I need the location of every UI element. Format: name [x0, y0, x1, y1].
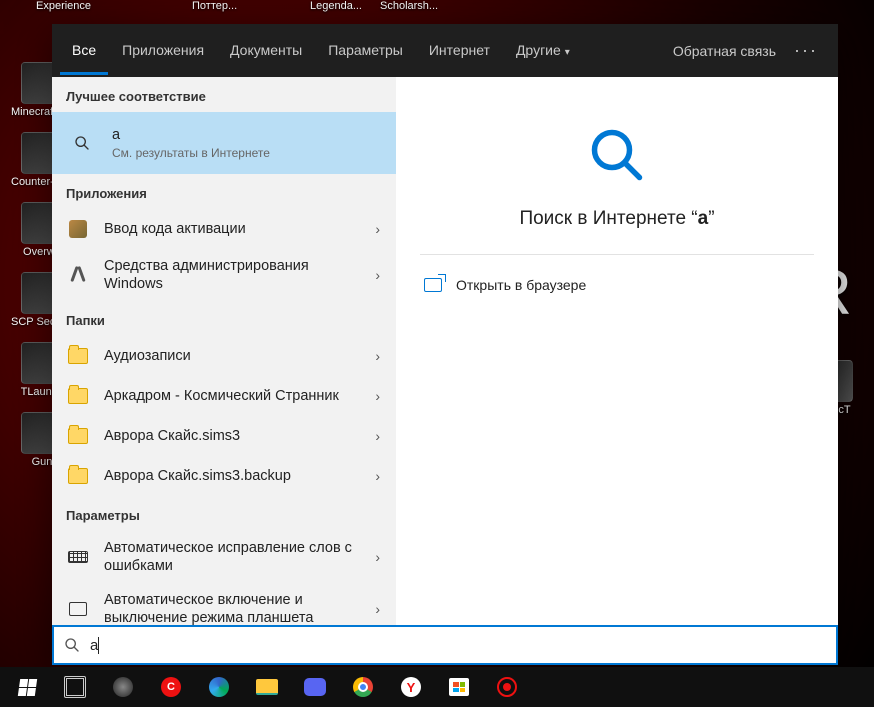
- desktop-label: Scholarsh...: [380, 0, 438, 12]
- taskbar-app[interactable]: [100, 667, 146, 707]
- search-tabs-header: Все Приложения Документы Параметры Интер…: [52, 24, 838, 77]
- folder-icon: [66, 464, 90, 488]
- taskbar-app-discord[interactable]: [292, 667, 338, 707]
- windows-logo-icon: [17, 679, 36, 696]
- task-view-icon: [66, 678, 84, 696]
- folder-icon: [66, 384, 90, 408]
- result-setting[interactable]: Автоматическое включение и выключение ре…: [52, 583, 396, 625]
- taskbar-app-edge[interactable]: [196, 667, 242, 707]
- tab-other-label: Другие: [516, 42, 561, 58]
- tools-icon: [66, 263, 90, 287]
- search-icon: [587, 125, 647, 190]
- preview-prefix: Поиск в Интернете: [519, 208, 691, 229]
- taskbar: C Y: [0, 667, 874, 707]
- store-icon: [449, 678, 469, 696]
- result-title: Автоматическое включение и выключение ре…: [104, 591, 355, 625]
- result-title: Аудиозаписи: [104, 347, 355, 365]
- folder-icon: [256, 679, 278, 695]
- folder-icon: [66, 424, 90, 448]
- desktop-top-labels: Experience Поттер... Legenda... Scholars…: [0, 0, 874, 14]
- tab-all[interactable]: Все: [60, 26, 108, 75]
- desktop-background: Experience Поттер... Legenda... Scholars…: [0, 0, 874, 707]
- preview-term: a: [698, 208, 709, 229]
- keyboard-icon: [66, 545, 90, 569]
- search-box[interactable]: a: [52, 625, 838, 665]
- quote-close: ”: [708, 208, 714, 229]
- more-menu-button[interactable]: ···: [786, 40, 826, 61]
- open-in-browser-action[interactable]: Открыть в браузере: [420, 269, 814, 301]
- yandex-icon: Y: [401, 677, 421, 697]
- taskbar-app-record[interactable]: [484, 667, 530, 707]
- task-view-button[interactable]: [52, 667, 98, 707]
- result-setting[interactable]: Автоматическое исправление слов с ошибка…: [52, 531, 396, 583]
- tab-apps[interactable]: Приложения: [110, 26, 216, 75]
- text-caret: [98, 637, 99, 654]
- result-title: Автоматическое исправление слов с ошибка…: [104, 539, 355, 575]
- app-icon: C: [161, 677, 181, 697]
- result-folder[interactable]: Аврора Скайс.sims3.backup ›: [52, 456, 396, 496]
- section-settings: Параметры: [52, 496, 396, 531]
- result-subtitle: См. результаты в Интернете: [112, 146, 386, 160]
- result-folder[interactable]: Аркадром - Космический Странник ›: [52, 376, 396, 416]
- section-folders: Папки: [52, 301, 396, 336]
- search-icon: [66, 127, 98, 159]
- desktop-label: Legenda...: [310, 0, 362, 12]
- start-search-panel: Все Приложения Документы Параметры Интер…: [52, 24, 838, 665]
- result-title: Аврора Скайс.sims3: [104, 427, 355, 445]
- action-label: Открыть в браузере: [456, 277, 586, 293]
- result-title: Аркадром - Космический Странник: [104, 387, 355, 405]
- result-title: Аврора Скайс.sims3.backup: [104, 467, 355, 485]
- preview-pane: Поиск в Интернете “a” Открыть в браузере: [396, 77, 838, 625]
- section-apps: Приложения: [52, 174, 396, 209]
- taskbar-app-yandex[interactable]: Y: [388, 667, 434, 707]
- taskbar-app-chrome[interactable]: [340, 667, 386, 707]
- feedback-link[interactable]: Обратная связь: [665, 43, 784, 59]
- search-input-value: a: [90, 637, 98, 654]
- chevron-right-icon: ›: [369, 388, 386, 404]
- record-icon: [497, 677, 517, 697]
- tab-settings[interactable]: Параметры: [316, 26, 415, 75]
- chevron-down-icon: ▾: [565, 47, 570, 58]
- start-button[interactable]: [4, 667, 50, 707]
- tab-other[interactable]: Другие ▾: [504, 26, 582, 75]
- result-title: a: [112, 126, 386, 144]
- chevron-right-icon: ›: [369, 468, 386, 484]
- tab-web[interactable]: Интернет: [417, 26, 502, 75]
- discord-icon: [304, 678, 326, 696]
- taskbar-app-explorer[interactable]: [244, 667, 290, 707]
- cube-icon: [66, 217, 90, 241]
- preview-title: Поиск в Интернете “a”: [519, 208, 714, 230]
- edge-icon: [209, 677, 229, 697]
- best-match-result[interactable]: a См. результаты в Интернете: [52, 112, 396, 174]
- taskbar-app[interactable]: C: [148, 667, 194, 707]
- result-title: Средства администрирования Windows: [104, 257, 355, 293]
- desktop-icon-label: Gun: [32, 456, 53, 468]
- chevron-right-icon: ›: [369, 221, 386, 237]
- desktop-label: Поттер...: [192, 0, 237, 12]
- folder-icon: [66, 344, 90, 368]
- search-icon: [64, 637, 80, 653]
- app-icon: [113, 677, 133, 697]
- tablet-icon: [66, 597, 90, 621]
- chevron-right-icon: ›: [369, 267, 386, 283]
- divider: [420, 254, 814, 255]
- chevron-right-icon: ›: [369, 601, 386, 617]
- result-folder[interactable]: Аудиозаписи ›: [52, 336, 396, 376]
- desktop-label: Experience: [36, 0, 91, 12]
- results-list: Лучшее соответствие a См. результаты в И…: [52, 77, 396, 625]
- result-title: Ввод кода активации: [104, 220, 355, 238]
- chrome-icon: [353, 677, 373, 697]
- result-app[interactable]: Ввод кода активации ›: [52, 209, 396, 249]
- chevron-right-icon: ›: [369, 549, 386, 565]
- taskbar-app-store[interactable]: [436, 667, 482, 707]
- tab-documents[interactable]: Документы: [218, 26, 314, 75]
- result-folder[interactable]: Аврора Скайс.sims3 ›: [52, 416, 396, 456]
- chevron-right-icon: ›: [369, 348, 386, 364]
- section-best-match: Лучшее соответствие: [52, 77, 396, 112]
- browser-open-icon: [424, 278, 442, 292]
- result-app[interactable]: Средства администрирования Windows ›: [52, 249, 396, 301]
- chevron-right-icon: ›: [369, 428, 386, 444]
